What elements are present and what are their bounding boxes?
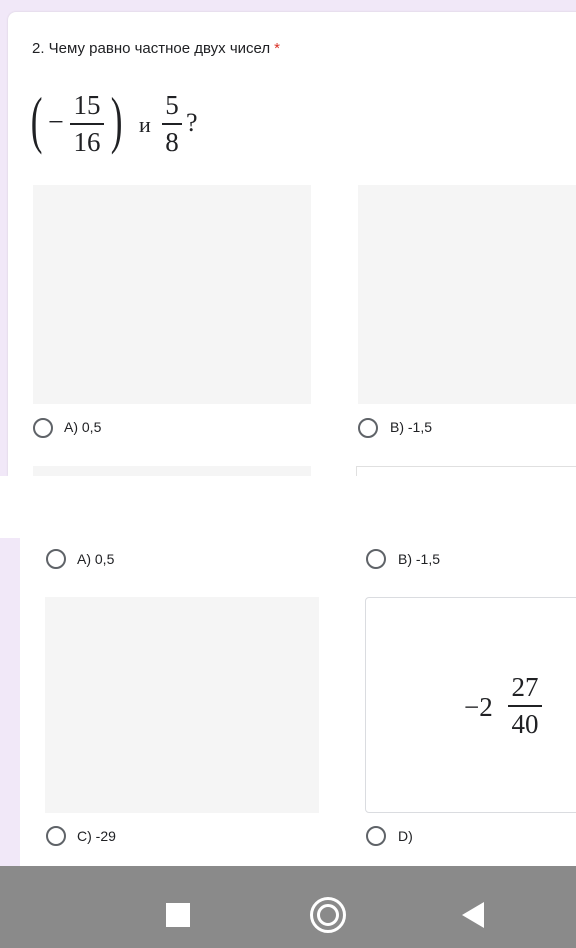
fraction-numerator: 15: [73, 90, 101, 120]
option-c-image-partial: [33, 466, 311, 476]
android-navbar: [0, 866, 576, 948]
option-b-image: [358, 185, 576, 404]
option-c-image: [45, 597, 319, 813]
fraction-15-16: 15 16: [70, 90, 104, 158]
fraction-5-8: 5 8: [162, 90, 182, 158]
option-d-image: −2 27 40: [365, 597, 576, 813]
option-b-label: B) -1,5: [390, 419, 433, 435]
option-d-radio[interactable]: [366, 826, 386, 846]
recents-square-icon[interactable]: [166, 903, 190, 927]
option-b-radio[interactable]: [366, 549, 386, 569]
fraction-bar: [70, 123, 104, 125]
option-a-radio[interactable]: [33, 418, 53, 438]
home-circle-icon[interactable]: [310, 897, 346, 933]
fraction-numerator: 5: [165, 90, 179, 120]
option-d-label: D): [398, 828, 413, 844]
back-triangle-icon[interactable]: [462, 902, 484, 928]
screenshot-gap: [0, 476, 576, 538]
fraction-bar: [508, 705, 542, 707]
question-formula: ( − 15 16 ) и 5 8 ?: [26, 88, 226, 168]
required-asterisk: *: [274, 40, 280, 57]
option-c-label: C) -29: [77, 828, 116, 844]
option-a-image: [33, 185, 311, 404]
option-a-label: A) 0,5: [77, 551, 115, 567]
option-a-radio[interactable]: [46, 549, 66, 569]
question-mark: ?: [186, 108, 198, 137]
minus-sign: −: [48, 107, 64, 138]
fraction-denominator: 40: [511, 708, 539, 739]
question-title: 2. Чему равно частное двух чисел *: [32, 40, 280, 57]
mixed-number-whole: −2: [464, 692, 493, 722]
fraction-denominator: 16: [73, 126, 101, 157]
fraction-numerator: 27: [511, 672, 539, 702]
question-title-text: 2. Чему равно частное двух чисел: [32, 40, 271, 57]
mixed-number-fraction: 27 40: [508, 672, 542, 740]
option-b-label: B) -1,5: [398, 551, 441, 567]
home-inner-circle: [317, 904, 339, 926]
option-a-label: A) 0,5: [64, 419, 102, 435]
conjunction-word: и: [139, 112, 151, 137]
option-b-radio[interactable]: [358, 418, 378, 438]
open-paren: (: [30, 84, 43, 155]
option-c-radio[interactable]: [46, 826, 66, 846]
close-paren: ): [110, 84, 123, 155]
fraction-bar: [162, 123, 182, 125]
fraction-denominator: 8: [165, 126, 179, 157]
